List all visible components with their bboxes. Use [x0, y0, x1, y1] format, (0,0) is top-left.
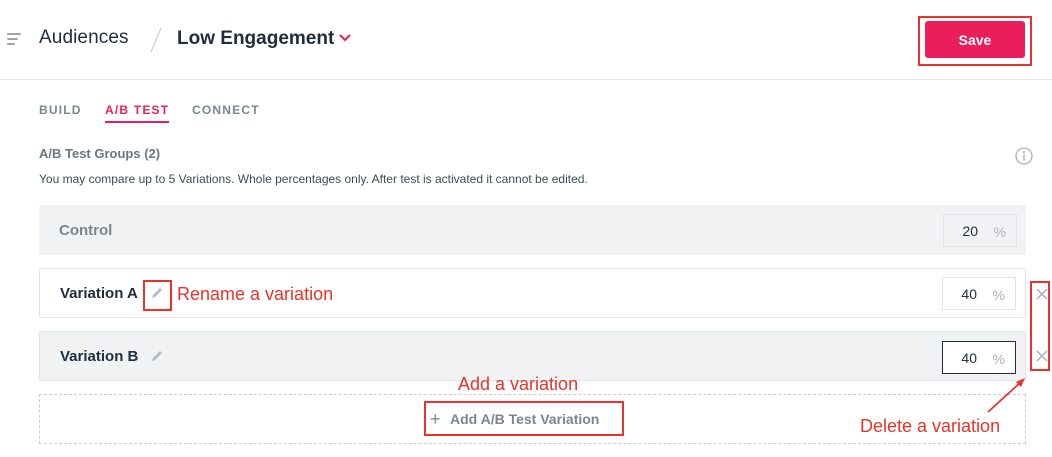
close-icon[interactable]	[1036, 288, 1048, 300]
control-percent-value: 20	[962, 223, 978, 239]
audience-name[interactable]: Low Engagement	[177, 28, 334, 50]
variation-a-percent-value: 40	[961, 286, 977, 302]
tab-ab-test[interactable]: A/B TEST	[105, 103, 170, 123]
add-variation-button[interactable]: + Add A/B Test Variation	[424, 401, 624, 436]
tab-build[interactable]: BUILD	[39, 103, 82, 117]
add-annotation: Add a variation	[458, 374, 579, 394]
chevron-down-icon[interactable]	[339, 33, 351, 43]
rename-annotation: Rename a variation	[177, 284, 334, 304]
variation-b-percent-input[interactable]: 40 %	[942, 341, 1016, 374]
variation-a-label: Variation A	[60, 285, 138, 302]
tab-connect[interactable]: CONNECT	[192, 103, 260, 117]
variation-a-percent-input[interactable]: 40 %	[942, 277, 1016, 310]
ab-test-description: You may compare up to 5 Variations. Whol…	[39, 172, 588, 186]
close-icon[interactable]	[1036, 350, 1048, 362]
delete-annotation: Delete a variation	[860, 416, 1001, 436]
percent-sign: %	[993, 224, 1006, 240]
add-variation-label: Add A/B Test Variation	[450, 411, 600, 427]
control-row: Control 20 %	[39, 205, 1026, 255]
page-header: Audiences Low Engagement	[0, 0, 1052, 80]
variation-b-label: Variation B	[60, 348, 139, 365]
save-button[interactable]: Save	[925, 21, 1025, 58]
ab-test-groups-title: A/B Test Groups (2)	[39, 146, 161, 161]
pencil-icon[interactable]	[150, 349, 164, 363]
rename-annotation-outline	[143, 280, 172, 311]
annotation-arrow	[987, 378, 1025, 413]
breadcrumb-separator	[150, 27, 162, 53]
plus-icon: +	[430, 409, 441, 429]
menu-icon[interactable]	[7, 33, 21, 45]
control-percent-field: 20 %	[943, 214, 1017, 247]
control-label: Control	[59, 222, 113, 239]
variation-b-percent-value: 40	[961, 350, 977, 366]
breadcrumb-audiences[interactable]: Audiences	[39, 27, 129, 49]
percent-sign: %	[992, 351, 1005, 367]
info-icon[interactable]	[1015, 147, 1033, 165]
percent-sign: %	[992, 287, 1005, 303]
